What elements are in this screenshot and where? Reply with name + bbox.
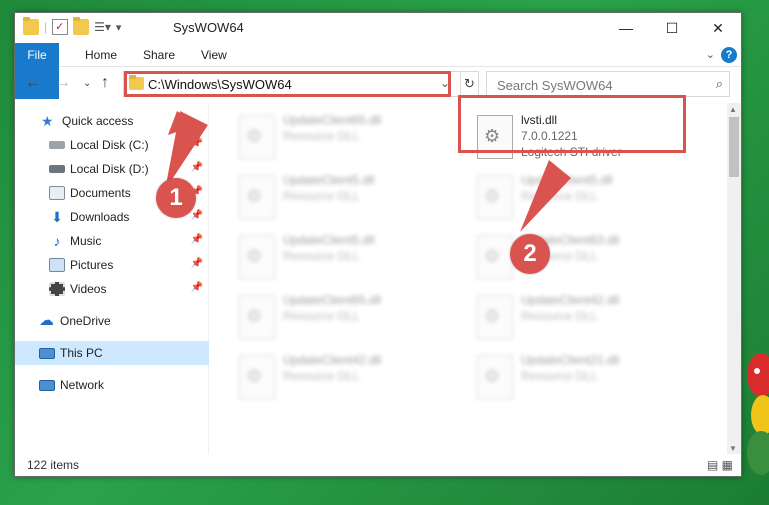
step-2-badge: 2 (510, 234, 550, 274)
wallpaper-parrot (747, 353, 769, 475)
arrow-2 (520, 160, 571, 232)
annotation-arrows (165, 111, 571, 232)
step-1-badge: 1 (156, 178, 196, 218)
